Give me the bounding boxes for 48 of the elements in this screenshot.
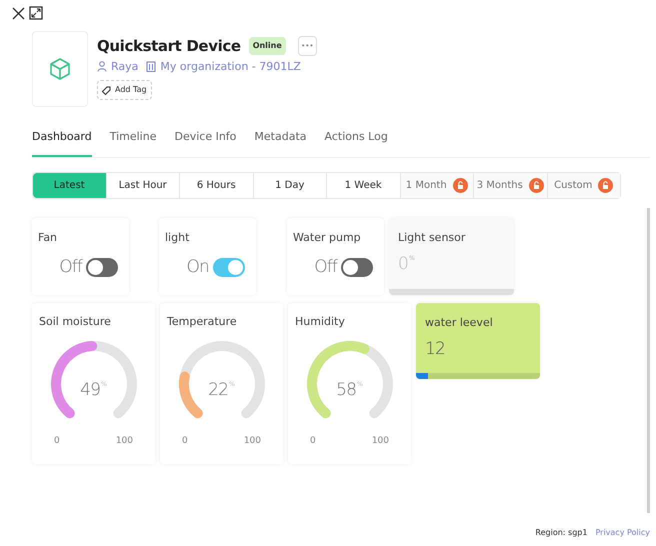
widget-value: 0 bbox=[398, 253, 408, 276]
gauge-max-label: 100 bbox=[244, 434, 261, 448]
tab[interactable]: Device Info bbox=[174, 129, 236, 156]
switch-state: Off bbox=[314, 256, 337, 279]
tag-icon bbox=[102, 86, 111, 94]
close-icon[interactable] bbox=[12, 6, 25, 20]
toggle-switch[interactable] bbox=[86, 258, 118, 278]
device-title: Quickstart Device bbox=[97, 36, 241, 57]
switch-state: On bbox=[186, 256, 209, 279]
widget-title: Light sensor bbox=[398, 230, 466, 246]
widget-value: 12 bbox=[425, 338, 445, 361]
owner-link[interactable]: Raya bbox=[111, 58, 138, 75]
time-range-button[interactable]: 1 Month bbox=[400, 172, 474, 198]
toggle-switch[interactable] bbox=[213, 258, 245, 278]
gauge-max-label: 100 bbox=[372, 434, 389, 448]
widget-title: Fan bbox=[38, 230, 58, 246]
building-icon bbox=[146, 61, 156, 72]
gauge-value: 22 bbox=[208, 378, 228, 402]
widget-title: Water pump bbox=[293, 230, 362, 246]
toggle-switch[interactable] bbox=[341, 258, 373, 278]
gauge-value: 58 bbox=[336, 378, 356, 402]
widget-title: Humidity bbox=[295, 314, 346, 330]
time-range-button[interactable]: Custom bbox=[548, 172, 620, 198]
widget-title: light bbox=[165, 230, 190, 246]
organization-link[interactable]: My organization - 7901LZ bbox=[160, 58, 301, 75]
switch-state: Off bbox=[59, 256, 82, 279]
user-icon bbox=[97, 61, 107, 72]
gauge-value: 49 bbox=[80, 378, 100, 402]
tab[interactable]: Timeline bbox=[110, 129, 156, 156]
gauge-max-label: 100 bbox=[116, 434, 133, 448]
expand-icon[interactable] bbox=[29, 6, 43, 20]
widget-title: Soil moisture bbox=[39, 314, 112, 330]
widget-title: Temperature bbox=[167, 314, 238, 330]
tab[interactable]: Dashboard bbox=[32, 129, 92, 156]
cube-icon bbox=[50, 58, 70, 80]
add-tag-button[interactable]: Add Tag bbox=[97, 80, 152, 100]
scrollbar[interactable] bbox=[647, 208, 650, 513]
privacy-policy-link[interactable]: Privacy Policy bbox=[595, 527, 650, 539]
status-badge: Online bbox=[248, 37, 286, 56]
widget-title: water leevel bbox=[425, 314, 494, 330]
gauge-min-label: 0 bbox=[182, 434, 188, 448]
tab[interactable]: Metadata bbox=[254, 129, 306, 156]
region-label: Region: sgp1 bbox=[535, 527, 588, 539]
tab[interactable]: Actions Log bbox=[324, 129, 388, 156]
time-range-button[interactable]: 3 Months bbox=[474, 172, 548, 198]
gauge-min-label: 0 bbox=[310, 434, 316, 448]
gauge-min-label: 0 bbox=[54, 434, 60, 448]
time-range-button[interactable]: Latest bbox=[33, 172, 106, 198]
